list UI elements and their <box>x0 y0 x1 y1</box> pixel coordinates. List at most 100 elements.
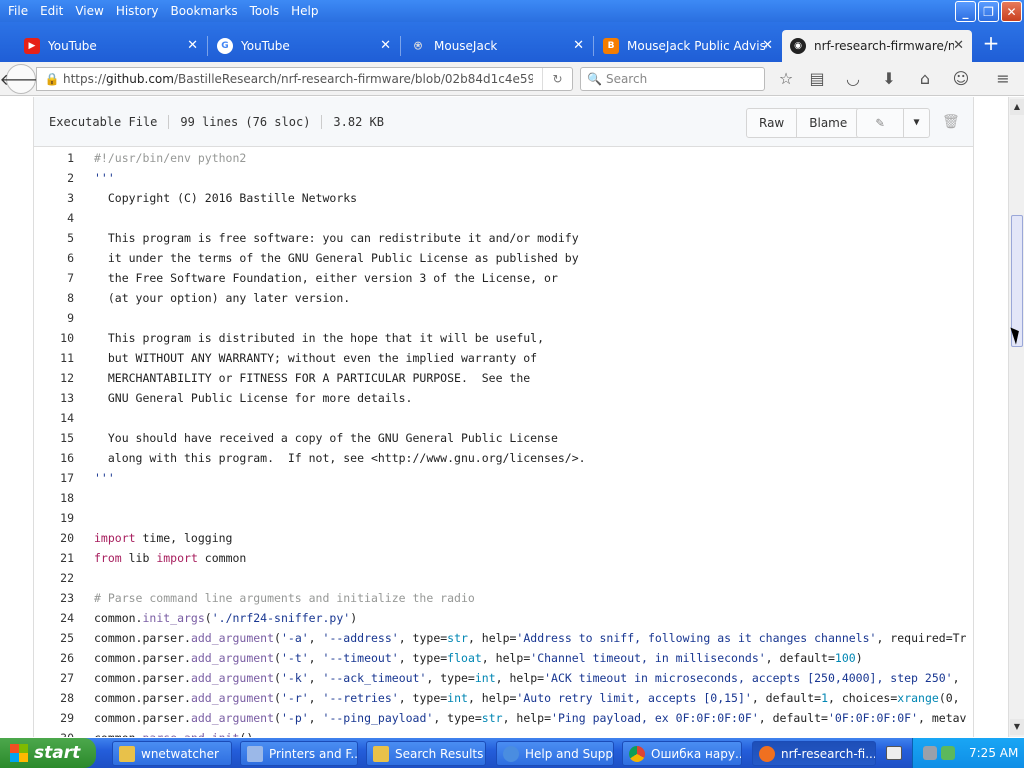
menu-history[interactable]: History <box>110 0 165 22</box>
code-line: 8 (at your option) any later version. <box>34 288 975 308</box>
menu-edit[interactable]: Edit <box>34 0 69 22</box>
keyboard-icon[interactable] <box>886 746 902 760</box>
line-number[interactable]: 3 <box>34 188 74 208</box>
line-number[interactable]: 7 <box>34 268 74 288</box>
task-search-results[interactable]: Search Results <box>366 741 486 766</box>
line-number[interactable]: 11 <box>34 348 74 368</box>
line-number[interactable]: 22 <box>34 568 74 588</box>
code-line: 28 common.parser.add_argument('-r', '--re… <box>34 688 975 708</box>
home-icon[interactable]: ⌂ <box>914 69 936 89</box>
smiley-icon[interactable]: ☺ <box>950 69 972 89</box>
line-code: common.parser.add_argument('-a', '--addr… <box>94 631 967 645</box>
reload-icon[interactable]: ↻ <box>542 68 572 90</box>
menu-file[interactable]: File <box>2 0 34 22</box>
close-icon[interactable]: ✕ <box>573 38 584 53</box>
task-firefox[interactable]: nrf-research-fi... <box>752 741 876 766</box>
line-number[interactable]: 17 <box>34 468 74 488</box>
line-number[interactable]: 26 <box>34 648 74 668</box>
line-number[interactable]: 20 <box>34 528 74 548</box>
search-input[interactable]: 🔍 Search <box>580 67 765 91</box>
line-code: common.parser.add_argument('-k', '--ack_… <box>94 671 960 685</box>
search-results-icon <box>373 745 389 762</box>
line-number[interactable]: 5 <box>34 228 74 248</box>
line-number[interactable]: 19 <box>34 508 74 528</box>
line-number[interactable]: 29 <box>34 708 74 728</box>
back-button[interactable]: 🡐 <box>0 64 42 94</box>
line-number[interactable]: 21 <box>34 548 74 568</box>
blame-button[interactable]: Blame <box>796 109 859 137</box>
line-number[interactable]: 14 <box>34 408 74 428</box>
line-number[interactable]: 1 <box>34 148 74 168</box>
code-line: 7 the Free Software Foundation, either v… <box>34 268 975 288</box>
code-line: 15 You should have received a copy of th… <box>34 428 975 448</box>
line-number[interactable]: 4 <box>34 208 74 228</box>
task-label: nrf-research-fi... <box>781 746 876 761</box>
close-icon[interactable]: ✕ <box>762 38 773 53</box>
task-wnetwatcher[interactable]: wnetwatcher <box>112 741 232 766</box>
tab-youtube-2[interactable]: G YouTube ✕ <box>209 30 399 62</box>
reading-list-icon[interactable]: ▤ <box>806 69 828 89</box>
new-tab-button[interactable]: + <box>980 32 1002 54</box>
line-number[interactable]: 18 <box>34 488 74 508</box>
line-number[interactable]: 25 <box>34 628 74 648</box>
pencil-icon[interactable]: ✎ <box>857 109 903 137</box>
file-box: Executable File 99 lines (76 sloc) 3.82 … <box>33 97 974 737</box>
line-number[interactable]: 12 <box>34 368 74 388</box>
taskbar: start wnetwatcher Printers and F... Sear… <box>0 738 1024 768</box>
menu-tools[interactable]: Tools <box>244 0 286 22</box>
code-line: 17 ''' <box>34 468 975 488</box>
line-number[interactable]: 8 <box>34 288 74 308</box>
close-window-button[interactable]: ✕ <box>1001 1 1022 22</box>
line-number[interactable]: 28 <box>34 688 74 708</box>
task-label: Search Results <box>395 746 484 761</box>
line-number[interactable]: 6 <box>34 248 74 268</box>
network-icon[interactable] <box>923 746 937 760</box>
menu-view[interactable]: View <box>69 0 109 22</box>
restore-button[interactable]: ❐ <box>978 1 999 22</box>
folder-icon <box>119 745 135 762</box>
page-content: Executable File 99 lines (76 sloc) 3.82 … <box>0 97 1008 737</box>
url-text: https://github.com/BastilleResearch/nrf-… <box>63 72 533 86</box>
vertical-scrollbar[interactable]: ▲ ▼ <box>1008 97 1024 737</box>
hamburger-menu-icon[interactable]: ≡ <box>992 69 1014 89</box>
line-code: common.parser.add_argument('-t', '--time… <box>94 651 863 665</box>
line-number[interactable]: 2 <box>34 168 74 188</box>
line-number[interactable]: 23 <box>34 588 74 608</box>
raw-button[interactable]: Raw <box>747 109 796 137</box>
menu-bookmarks[interactable]: Bookmarks <box>165 0 244 22</box>
printer-icon <box>247 745 263 762</box>
line-number[interactable]: 27 <box>34 668 74 688</box>
code-line: 13 GNU General Public License for more d… <box>34 388 975 408</box>
close-icon[interactable]: ✕ <box>953 38 964 53</box>
menu-help[interactable]: Help <box>285 0 324 22</box>
line-number[interactable]: 13 <box>34 388 74 408</box>
line-number[interactable]: 10 <box>34 328 74 348</box>
trash-icon[interactable]: 🗑 <box>942 114 960 130</box>
task-chrome-error[interactable]: Ошибка нару... <box>622 741 742 766</box>
task-help-support[interactable]: Help and Supp... <box>496 741 614 766</box>
tab-mousejack[interactable]: ⍟ MouseJack ✕ <box>402 30 592 62</box>
scroll-up-icon[interactable]: ▲ <box>1010 99 1024 115</box>
line-number[interactable]: 24 <box>34 608 74 628</box>
scroll-down-icon[interactable]: ▼ <box>1010 719 1024 735</box>
close-icon[interactable]: ✕ <box>380 38 391 53</box>
download-icon[interactable]: ⬇ <box>878 69 900 89</box>
tab-nrf-research-firmware[interactable]: ◉ nrf-research-firmware/nrf... ✕ <box>782 30 972 62</box>
chevron-down-icon[interactable]: ▼ <box>903 109 929 137</box>
url-bar[interactable]: 🔒 https://github.com/BastilleResearch/nr… <box>36 67 573 91</box>
minimize-button[interactable]: _ <box>955 1 976 22</box>
line-number[interactable]: 30 <box>34 728 74 737</box>
line-number[interactable]: 9 <box>34 308 74 328</box>
tab-youtube-1[interactable]: ▶ YouTube ✕ <box>16 30 206 62</box>
pocket-icon[interactable]: ◡ <box>842 69 864 89</box>
tray-app-icon[interactable] <box>941 746 955 760</box>
line-number[interactable]: 15 <box>34 428 74 448</box>
task-printers[interactable]: Printers and F... <box>240 741 358 766</box>
close-icon[interactable]: ✕ <box>187 38 198 53</box>
line-number[interactable]: 16 <box>34 448 74 468</box>
tab-label: YouTube <box>241 39 290 53</box>
file-line-count: 99 lines (76 sloc) <box>168 115 321 129</box>
tab-mousejack-advisory[interactable]: B MouseJack Public Advisori... ✕ <box>595 30 781 62</box>
bookmark-star-icon[interactable]: ☆ <box>775 69 797 89</box>
start-button[interactable]: start <box>0 738 96 768</box>
